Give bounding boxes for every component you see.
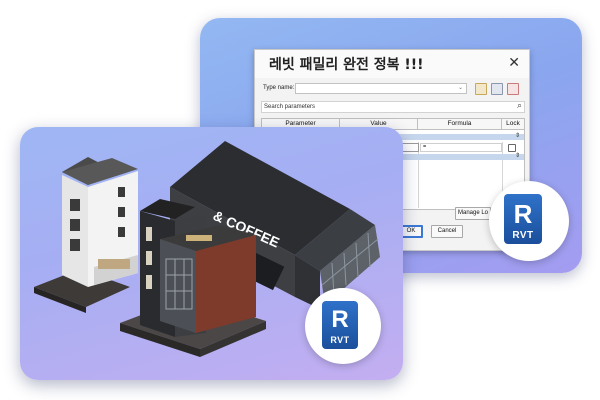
search-placeholder: Search parameters bbox=[264, 104, 316, 110]
expand-icon[interactable]: ⇕ bbox=[515, 132, 520, 139]
type-name-select[interactable]: ⌄ bbox=[295, 83, 467, 94]
rename-type-icon[interactable] bbox=[491, 83, 503, 95]
revit-logo-icon: R RVT bbox=[322, 301, 358, 349]
delete-type-icon[interactable] bbox=[507, 83, 519, 95]
dialog-title: 레빗 패밀리 완전 정복 !!! bbox=[269, 57, 424, 73]
revit-logo-letter: R bbox=[331, 306, 349, 333]
dialog-titlebar: 레빗 패밀리 완전 정복 !!! ✕ bbox=[255, 50, 529, 78]
type-name-label: Type name: bbox=[263, 85, 295, 91]
column-header-lock[interactable]: Lock bbox=[502, 119, 524, 130]
rvt-badge-front: R RVT bbox=[305, 288, 381, 364]
close-icon[interactable]: ✕ bbox=[508, 54, 520, 71]
new-type-icon[interactable] bbox=[475, 83, 487, 95]
revit-logo-letter: R bbox=[513, 199, 533, 229]
expand-icon[interactable]: ⇕ bbox=[515, 152, 520, 159]
revit-logo-icon: R RVT bbox=[504, 194, 542, 244]
cancel-button[interactable]: Cancel bbox=[431, 225, 463, 238]
revit-logo-label: RVT bbox=[330, 335, 350, 345]
rvt-badge-back: R RVT bbox=[489, 181, 569, 261]
chevron-down-icon: ⌄ bbox=[457, 85, 463, 91]
manage-lookup-button[interactable]: Manage Lo bbox=[455, 207, 491, 220]
search-icon[interactable]: ⌕ bbox=[517, 100, 522, 110]
revit-logo-label: RVT bbox=[512, 230, 534, 241]
formula-cell[interactable]: = bbox=[420, 143, 502, 152]
column-header-formula[interactable]: Formula bbox=[418, 119, 502, 130]
search-input[interactable]: Search parameters ⌕ bbox=[261, 100, 525, 113]
lock-checkbox[interactable] bbox=[508, 144, 516, 152]
rust-panel bbox=[196, 235, 256, 333]
